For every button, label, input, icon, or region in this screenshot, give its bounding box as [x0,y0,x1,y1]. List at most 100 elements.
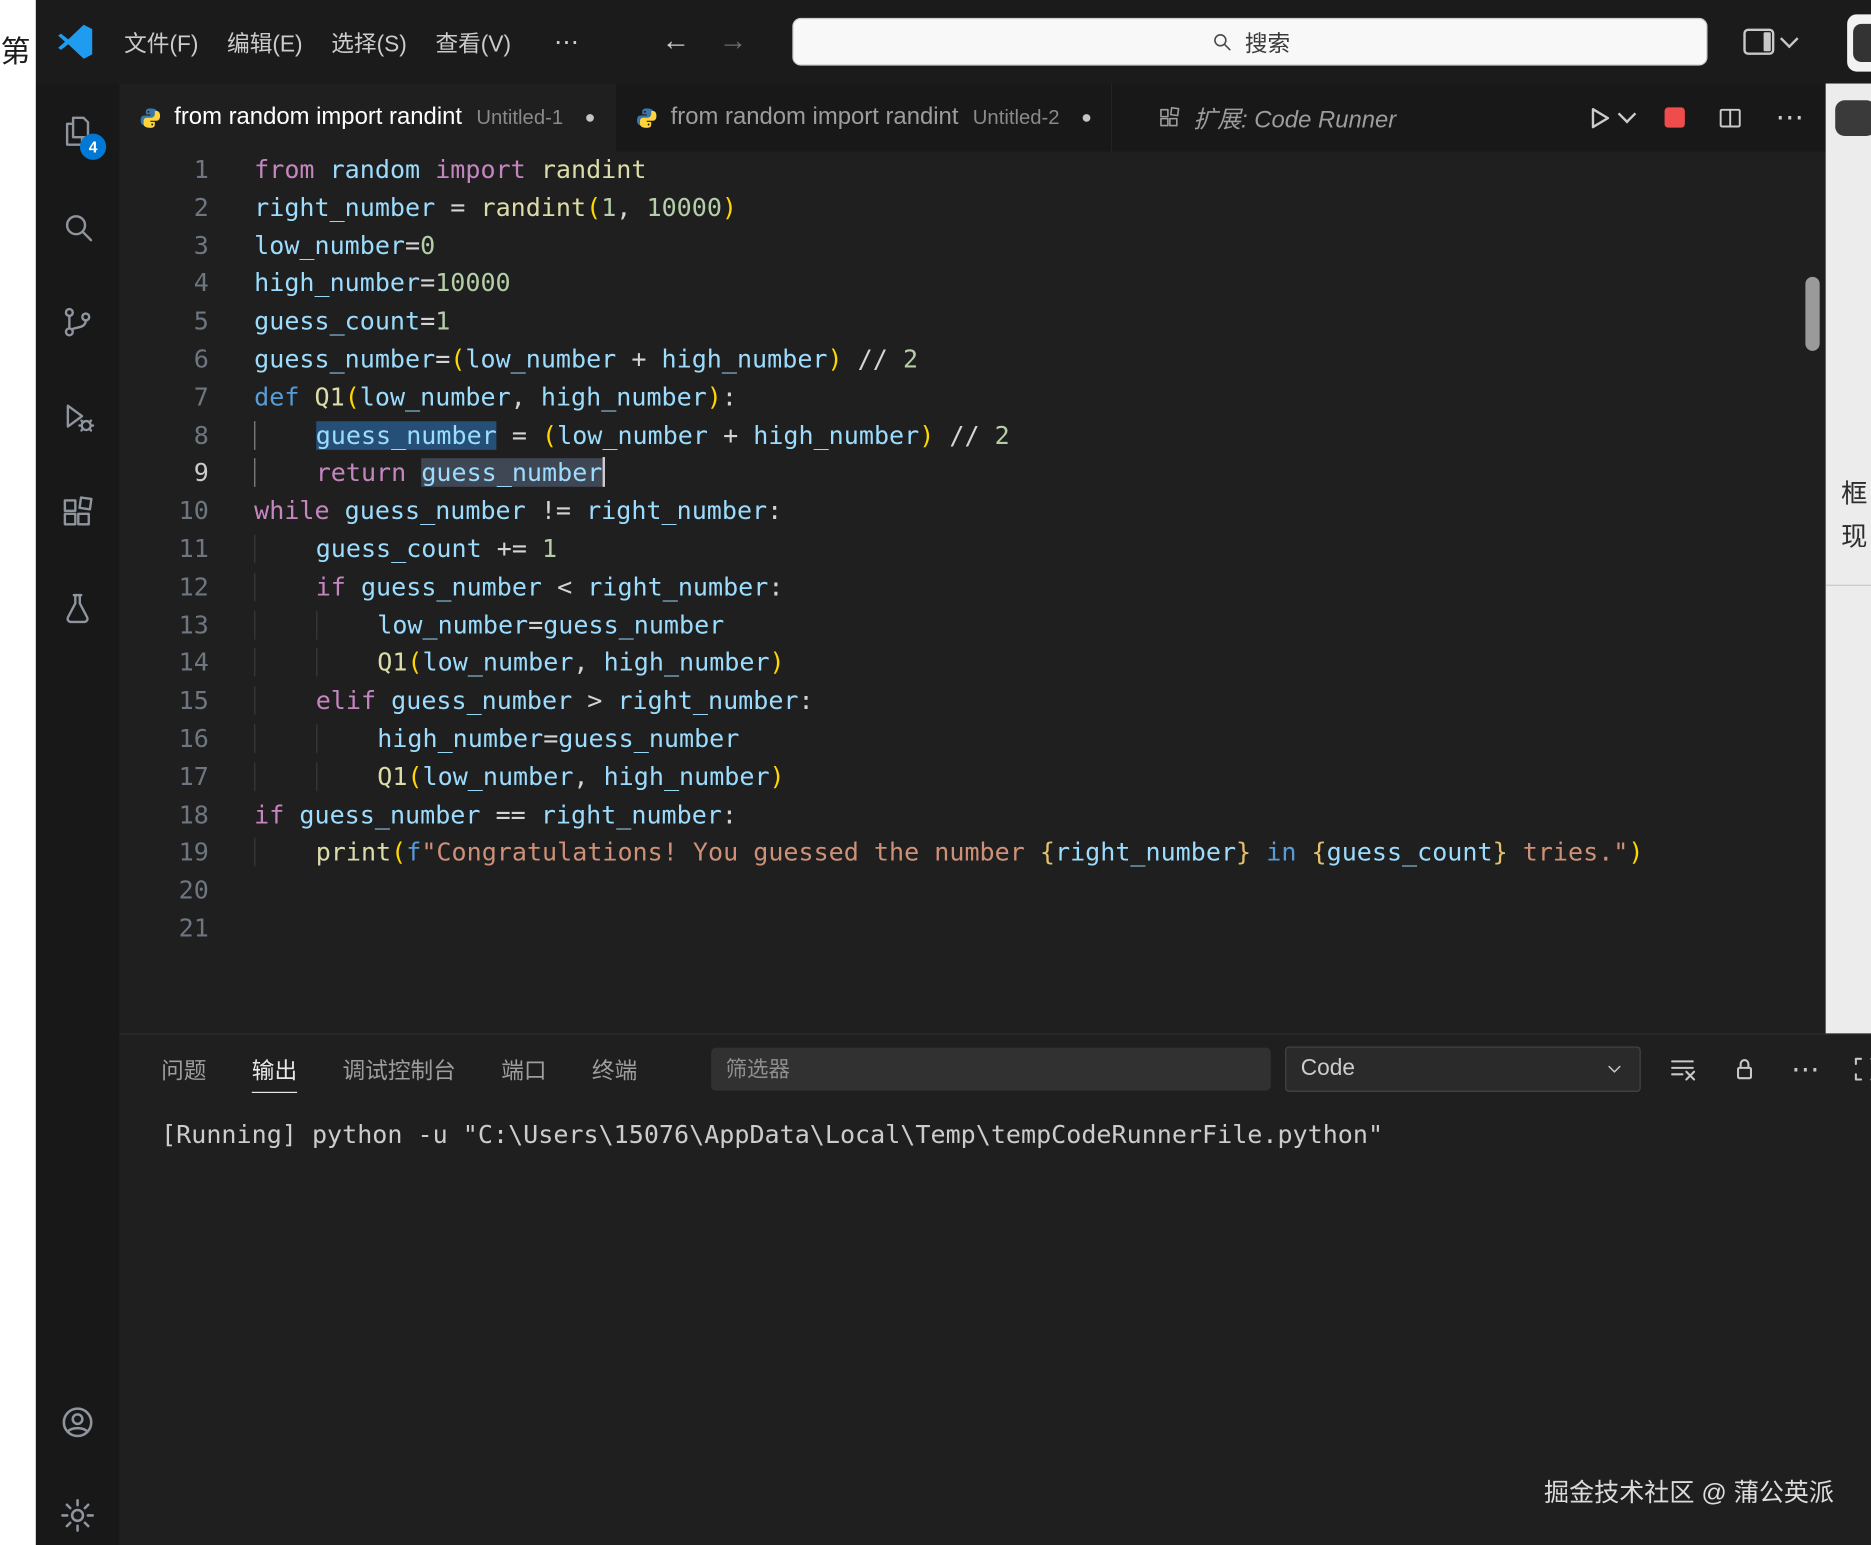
code-line[interactable]: 18if guess_number == right_number: [119,797,1825,835]
code-line[interactable]: 15 elif guess_number > right_number: [119,683,1825,721]
code-token: > [587,686,617,715]
code-token: = [528,610,543,639]
code-line[interactable]: 11 guess_count += 1 [119,531,1825,569]
settings-button[interactable] [54,1492,102,1540]
line-number[interactable]: 2 [119,189,208,227]
code-lines: 1from random import randint2right_number… [119,152,1825,949]
code-token: Q1 [377,648,407,677]
code-line[interactable]: 10while guess_number != right_number: [119,493,1825,531]
menu-selection[interactable]: 选择(S) [317,17,421,66]
code-token: right_number [541,800,722,829]
line-number[interactable]: 10 [119,493,208,531]
maximize-panel-button[interactable] [1851,1054,1871,1085]
tab-untitled-1[interactable]: from random import randint Untitled-1 ● [119,84,615,152]
activitybar-testing[interactable] [54,585,102,633]
command-center-search[interactable]: 搜索 [793,18,1708,66]
code-line[interactable]: 7def Q1(low_number, high_number): [119,379,1825,417]
code-line[interactable]: 4high_number=10000 [119,265,1825,303]
code-token [254,572,316,601]
panel-tab-problems[interactable]: 问题 [161,1035,206,1104]
editor-scrollbar[interactable] [1805,277,1819,351]
explorer-badge: 4 [80,134,106,160]
code-token: guess_number [558,724,739,753]
line-number[interactable]: 19 [119,834,208,872]
line-number[interactable]: 1 [119,152,208,190]
menu-view[interactable]: 查看(V) [421,17,525,66]
line-number[interactable]: 13 [119,607,208,645]
line-number[interactable]: 6 [119,341,208,379]
layout-controls-button[interactable] [1744,29,1797,55]
code-line[interactable]: 16 high_number=guess_number [119,721,1825,759]
code-token [254,610,316,639]
panel-tab-ports[interactable]: 端口 [501,1035,546,1104]
watermark-text: 掘金技术社区 @ 蒲公英派 [1544,1474,1834,1510]
forward-button[interactable]: → [719,27,748,56]
menu-edit[interactable]: 编辑(E) [213,17,317,66]
line-number[interactable]: 21 [119,910,208,948]
panel-tab-debug-console[interactable]: 调试控制台 [342,1035,455,1104]
line-number[interactable]: 9 [119,455,208,493]
clear-output-button[interactable] [1667,1054,1698,1085]
line-number[interactable]: 12 [119,569,208,607]
line-number[interactable]: 14 [119,645,208,683]
tab-extension-code-runner[interactable]: 扩展: Code Runner [1138,84,1415,152]
code-token: // [843,345,903,374]
code-line[interactable]: 8 guess_number = (low_number + high_numb… [119,417,1825,455]
line-number[interactable]: 16 [119,721,208,759]
panel-tab-output[interactable]: 输出 [252,1035,297,1104]
more-actions-button[interactable]: ⋯ [1776,100,1805,135]
code-line[interactable]: 6guess_number=(low_number + high_number)… [119,341,1825,379]
modified-dot-icon[interactable]: ● [1081,107,1092,127]
code-line[interactable]: 21 [119,910,1825,948]
code-line[interactable]: 20 [119,872,1825,910]
line-number[interactable]: 7 [119,379,208,417]
account-button[interactable] [54,1398,102,1446]
activitybar-extensions[interactable] [54,489,102,537]
panel-tab-terminal[interactable]: 终端 [592,1035,637,1104]
stop-button[interactable] [1665,107,1685,127]
lock-scroll-button[interactable] [1729,1054,1760,1085]
output-filter-input[interactable] [711,1048,1271,1091]
code-line[interactable]: 13 low_number=guess_number [119,607,1825,645]
code-token: : [768,572,783,601]
code-token: ) [1628,838,1643,867]
line-number[interactable]: 11 [119,531,208,569]
code-line[interactable]: 9 return guess_number [119,455,1825,493]
line-number[interactable]: 15 [119,683,208,721]
line-number[interactable]: 20 [119,872,208,910]
line-number[interactable]: 5 [119,303,208,341]
code-line[interactable]: 17 Q1(low_number, high_number) [119,759,1825,797]
code-line[interactable]: 1from random import randint [119,152,1825,190]
modified-dot-icon[interactable]: ● [585,107,596,127]
tab-untitled-2[interactable]: from random import randint Untitled-2 ● [616,84,1112,152]
code-line[interactable]: 19 print(f"Congratulations! You guessed … [119,834,1825,872]
menu-file[interactable]: 文件(F) [110,17,213,66]
code-editor[interactable]: 1from random import randint2right_number… [119,152,1825,1034]
code-token [316,762,378,791]
code-line[interactable]: 2right_number = randint(1, 10000) [119,189,1825,227]
code-line[interactable]: 5guess_count=1 [119,303,1825,341]
code-line[interactable]: 14 Q1(low_number, high_number) [119,645,1825,683]
line-number[interactable]: 8 [119,417,208,455]
tab-label: 扩展: Code Runner [1193,100,1396,135]
back-button[interactable]: ← [661,27,690,56]
split-editor-button[interactable] [1716,103,1745,132]
code-token: += [497,535,542,564]
line-number[interactable]: 18 [119,797,208,835]
output-channel-dropdown[interactable]: Code [1285,1046,1641,1091]
activitybar-run-debug[interactable] [54,394,102,442]
line-content: Q1(low_number, high_number) [254,645,784,683]
activitybar-explorer[interactable]: 4 [54,107,102,155]
line-number[interactable]: 17 [119,759,208,797]
line-number[interactable]: 3 [119,227,208,265]
code-token: print [316,838,391,867]
activitybar-source-control[interactable] [54,298,102,346]
activitybar-search[interactable] [54,203,102,251]
line-number[interactable]: 4 [119,265,208,303]
run-code-button[interactable] [1585,103,1634,132]
panel-more-button[interactable]: ⋯ [1791,1052,1820,1087]
code-line[interactable]: 3low_number=0 [119,227,1825,265]
code-token: 10000 [646,193,721,222]
code-line[interactable]: 12 if guess_number < right_number: [119,569,1825,607]
menu-more-button[interactable]: ⋯ [542,22,592,61]
